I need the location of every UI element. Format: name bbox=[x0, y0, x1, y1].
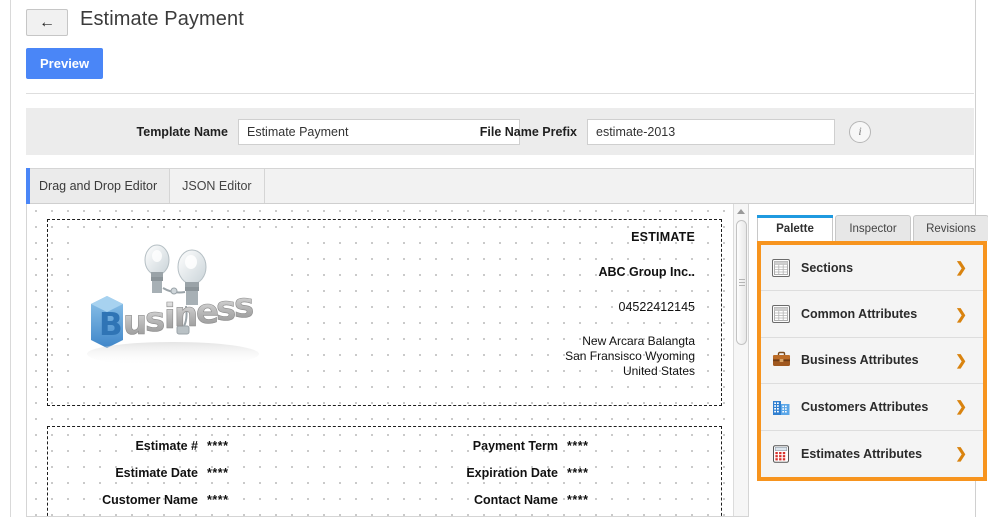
scrollbar-thumb[interactable] bbox=[736, 220, 747, 345]
document-brand-block: ESTIMATE ABC Group Inc.. 04522412145 New… bbox=[365, 230, 695, 379]
company-name: ABC Group Inc.. bbox=[598, 265, 695, 279]
business-logo-image: B u s i n e s s bbox=[73, 232, 285, 382]
building-icon bbox=[771, 397, 791, 417]
doc-field-value: **** bbox=[567, 493, 589, 507]
svg-text:u: u bbox=[123, 303, 147, 343]
palette-item-label: Estimates Attributes bbox=[801, 446, 923, 461]
doc-field-label: Customer Name bbox=[102, 493, 198, 507]
svg-text:s: s bbox=[234, 286, 254, 326]
header-divider bbox=[26, 93, 974, 94]
document-header-section[interactable]: B u s i n e s s ESTIMATE ABC Group Inc..… bbox=[47, 219, 722, 406]
grid-table-icon bbox=[771, 304, 791, 324]
calculator-icon bbox=[771, 444, 791, 464]
palette-panel: Palette Inspector Revisions Sections ❯ C… bbox=[757, 204, 988, 517]
palette-item-list: Sections ❯ Common Attributes ❯ Business … bbox=[757, 241, 987, 481]
doc-field-label: Estimate Date bbox=[115, 466, 198, 480]
template-canvas-wrapper: B u s i n e s s ESTIMATE ABC Group Inc..… bbox=[26, 204, 749, 517]
doc-field-label: Expiration Date bbox=[466, 466, 558, 480]
doc-field-value: **** bbox=[207, 493, 229, 507]
scrollbar-grip-icon bbox=[739, 279, 745, 280]
doc-field-estimate-number[interactable]: Estimate # **** bbox=[48, 439, 228, 453]
document-field-rows: Estimate # **** Estimate Date **** Custo… bbox=[48, 427, 723, 516]
scroll-up-arrow-icon[interactable] bbox=[734, 204, 748, 218]
briefcase-icon bbox=[771, 350, 791, 370]
file-name-prefix-input[interactable] bbox=[587, 118, 835, 145]
doc-field-value: **** bbox=[207, 466, 229, 480]
company-address: New Arcara Balangta San Fransisco Wyomin… bbox=[365, 334, 695, 379]
palette-item-label: Sections bbox=[801, 260, 854, 275]
palette-item-estimates-attributes[interactable]: Estimates Attributes ❯ bbox=[761, 430, 983, 477]
palette-item-sections[interactable]: Sections ❯ bbox=[761, 245, 983, 292]
page-rail-left bbox=[0, 0, 11, 517]
palette-item-customers-attributes[interactable]: Customers Attributes ❯ bbox=[761, 384, 983, 431]
info-icon[interactable]: i bbox=[849, 120, 871, 143]
doc-field-value: **** bbox=[207, 439, 229, 453]
chevron-right-icon: ❯ bbox=[955, 259, 967, 276]
estimate-heading: ESTIMATE bbox=[631, 230, 695, 244]
chevron-right-icon: ❯ bbox=[955, 351, 967, 368]
address-line-3: United States bbox=[622, 364, 695, 378]
grid-table-icon bbox=[771, 258, 791, 278]
doc-field-value: **** bbox=[567, 466, 589, 480]
file-name-prefix-label: File Name Prefix bbox=[479, 124, 577, 139]
document-fields-section[interactable]: Estimate # **** Estimate Date **** Custo… bbox=[47, 426, 723, 516]
template-name-label: Template Name bbox=[136, 124, 228, 139]
chevron-right-icon: ❯ bbox=[955, 305, 967, 322]
back-button[interactable]: ← bbox=[26, 9, 68, 36]
company-phone: 04522412145 bbox=[618, 300, 695, 314]
doc-field-value: **** bbox=[567, 439, 589, 453]
template-canvas[interactable]: B u s i n e s s ESTIMATE ABC Group Inc..… bbox=[27, 204, 734, 516]
template-meta-bar: Template Name File Name Prefix i bbox=[26, 108, 974, 155]
palette-item-label: Business Attributes bbox=[801, 353, 919, 368]
arrow-left-icon: ← bbox=[39, 13, 55, 31]
palette-item-common-attributes[interactable]: Common Attributes ❯ bbox=[761, 291, 983, 338]
tab-palette[interactable]: Palette bbox=[757, 215, 833, 241]
address-line-1: New Arcara Balangta bbox=[582, 334, 695, 348]
page-title: Estimate Payment bbox=[80, 8, 244, 30]
palette-item-label: Common Attributes bbox=[801, 307, 918, 322]
tab-inspector[interactable]: Inspector bbox=[835, 215, 911, 241]
doc-field-label: Payment Term bbox=[472, 439, 558, 453]
doc-field-payment-term[interactable]: Payment Term **** bbox=[388, 439, 588, 453]
doc-field-expiration-date[interactable]: Expiration Date **** bbox=[388, 466, 588, 480]
palette-tab-strip: Palette Inspector Revisions bbox=[757, 215, 988, 241]
palette-item-business-attributes[interactable]: Business Attributes ❯ bbox=[761, 337, 983, 385]
editor-tab-strip: Drag and Drop Editor JSON Editor bbox=[25, 168, 974, 204]
svg-text:s: s bbox=[145, 300, 165, 340]
svg-text:n: n bbox=[174, 295, 198, 335]
tab-json-editor[interactable]: JSON Editor bbox=[170, 169, 265, 203]
doc-field-contact-name[interactable]: Contact Name **** bbox=[388, 493, 588, 507]
doc-field-label: Contact Name bbox=[473, 493, 558, 507]
preview-button[interactable]: Preview bbox=[26, 48, 104, 79]
palette-item-label: Customers Attributes bbox=[801, 399, 929, 414]
doc-field-label: Estimate # bbox=[135, 439, 198, 453]
canvas-vertical-scrollbar[interactable] bbox=[733, 204, 748, 516]
page-header: ← Estimate Payment Preview bbox=[12, 0, 975, 96]
page-content: ← Estimate Payment Preview Template Name… bbox=[12, 0, 988, 517]
file-name-prefix-field-group: File Name Prefix i bbox=[455, 108, 871, 155]
chevron-right-icon: ❯ bbox=[955, 445, 967, 462]
editor-body: B u s i n e s s ESTIMATE ABC Group Inc..… bbox=[26, 204, 988, 517]
doc-field-customer-name[interactable]: Customer Name **** bbox=[48, 493, 228, 507]
svg-text:B: B bbox=[99, 307, 123, 343]
chevron-right-icon: ❯ bbox=[955, 398, 967, 415]
estimate-payment-template-editor: ← Estimate Payment Preview Template Name… bbox=[0, 0, 988, 517]
doc-field-estimate-date[interactable]: Estimate Date **** bbox=[48, 466, 228, 480]
tab-drag-and-drop-editor[interactable]: Drag and Drop Editor bbox=[25, 168, 171, 204]
tab-revisions[interactable]: Revisions bbox=[913, 215, 988, 241]
address-line-2: San Fransisco Wyoming bbox=[565, 349, 695, 363]
